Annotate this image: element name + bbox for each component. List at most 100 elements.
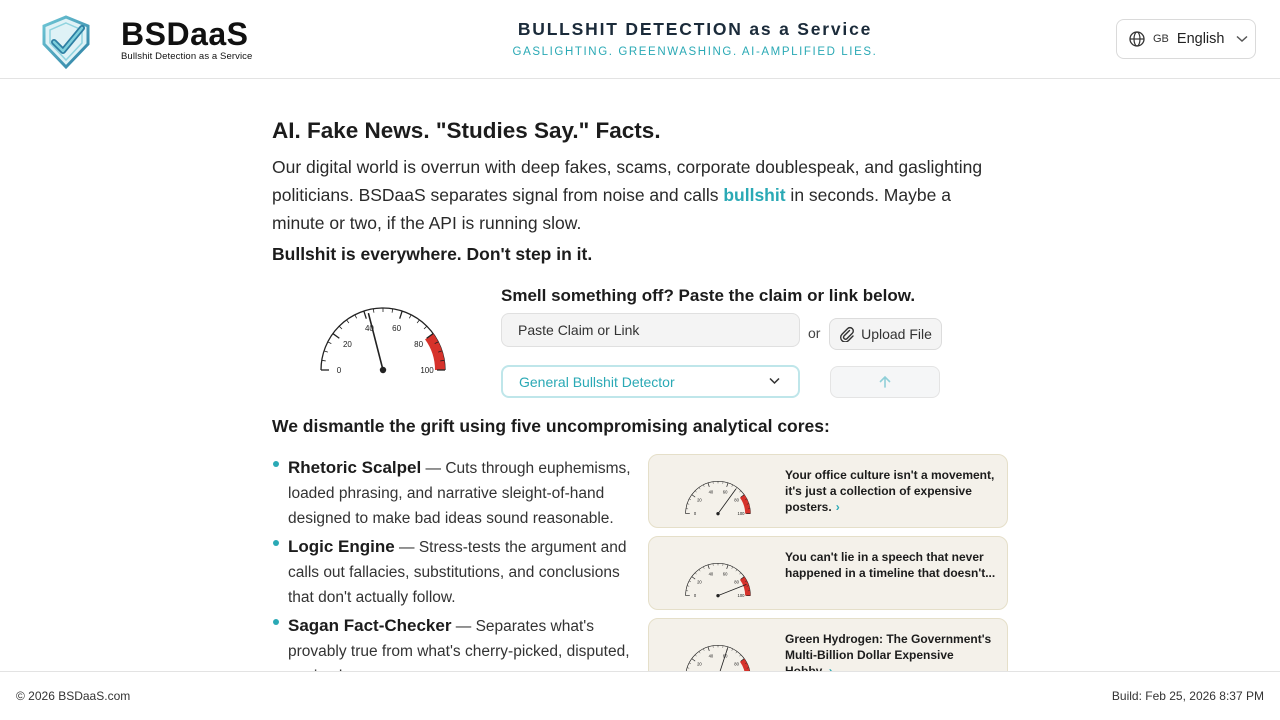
gauge-tick xyxy=(731,484,733,487)
chevron-right-icon: › xyxy=(835,500,840,514)
gauge-tick xyxy=(707,564,710,569)
gauge-tick xyxy=(687,667,690,669)
cores-list: Rhetoric Scalpel — Cuts through euphemis… xyxy=(272,455,632,692)
hero-tagline: GASLIGHTING. GREENWASHING. AI-AMPLIFIED … xyxy=(512,46,878,58)
gauge-tick-label: 80 xyxy=(734,498,739,503)
list-item: Logic Engine — Stress-tests the argument… xyxy=(272,534,632,610)
or-label: or xyxy=(808,325,821,341)
bullshit-gauge-icon: 02040 6080100 xyxy=(320,307,446,375)
arrow-up-icon xyxy=(879,375,891,388)
gauge-hub xyxy=(379,366,387,374)
gauge-tick xyxy=(332,333,340,339)
bullet-icon xyxy=(273,619,279,625)
gauge-tick-label: 100 xyxy=(420,366,434,375)
example-claim: Your office culture isn't a movement, it… xyxy=(785,468,995,514)
gauge-tick-label: 0 xyxy=(694,593,697,598)
gauge-tick-label: 100 xyxy=(738,593,746,598)
gauge-tick-label: 20 xyxy=(697,498,702,503)
chevron-down-icon xyxy=(1236,35,1248,43)
example-card[interactable]: 0 20 40 60 80 100 You can't lie in a speech t… xyxy=(648,536,1008,610)
gauge-tick xyxy=(739,654,742,657)
copyright: © 2026 BSDaaS.com xyxy=(16,689,131,703)
gauge-tick-label: 20 xyxy=(697,662,702,667)
intro-highlight: bullshit xyxy=(723,185,786,205)
intro-paragraph: Our digital world is overrun with deep f… xyxy=(272,153,1002,237)
gauge-tick xyxy=(707,646,710,651)
gauge-tick xyxy=(338,325,343,330)
page-title: AI. Fake News. "Studies Say." Facts. xyxy=(272,118,661,143)
gauge-tick xyxy=(691,494,696,498)
gauge-tick xyxy=(698,487,701,490)
gauge-icon: 0 20 40 60 80 100 xyxy=(685,562,751,598)
gauge-tick-label: 20 xyxy=(343,340,352,349)
gauge-tick-label: 60 xyxy=(392,324,401,333)
example-card-text: You can't lie in a speech that never hap… xyxy=(785,549,999,581)
gauge-tick-label: 60 xyxy=(723,571,728,576)
gauge-tick-label: 0 xyxy=(694,511,697,516)
gauge-tick-label: 40 xyxy=(709,489,714,494)
gauge-tick xyxy=(416,319,420,324)
gauge-tick xyxy=(363,310,367,319)
gauge-tick xyxy=(687,503,690,505)
core-name: Logic Engine xyxy=(288,537,395,556)
gauge-hub xyxy=(716,512,720,516)
language-selector[interactable]: GB English xyxy=(1116,19,1256,59)
gauge-tick xyxy=(354,314,358,319)
list-item: Rhetoric Scalpel — Cuts through euphemis… xyxy=(272,455,632,531)
gauge-tick xyxy=(735,569,738,572)
gauge-danger-zone xyxy=(425,333,445,370)
gauge-tick xyxy=(323,350,328,353)
gauge-tick xyxy=(691,658,696,662)
gauge-tick xyxy=(399,310,403,319)
gauge-tick xyxy=(731,566,733,569)
globe-icon xyxy=(1129,31,1145,47)
gauge-tick xyxy=(739,572,742,575)
detector-selected-value: General Bullshit Detector xyxy=(519,373,675,390)
gauge-tick-label: 40 xyxy=(709,653,714,658)
gauge-tick xyxy=(726,482,729,487)
bullet-icon xyxy=(273,461,279,467)
paperclip-icon xyxy=(840,326,855,342)
claim-input[interactable] xyxy=(501,313,800,347)
tagline: Bullshit is everywhere. Don't step in it… xyxy=(272,244,593,264)
gauge-tick xyxy=(703,566,705,569)
gauge-tick xyxy=(735,651,738,654)
hero-title: BULLSHIT DETECTION as a Service xyxy=(517,19,873,39)
form-title: Smell something off? Paste the claim or … xyxy=(501,286,916,305)
gauge-tick xyxy=(689,662,692,665)
site-footer: © 2026 BSDaaS.com Build: Feb 25, 2026 8:… xyxy=(0,671,1280,720)
gauge-tick xyxy=(694,654,697,657)
gauge-tick-label: 20 xyxy=(697,580,702,585)
upload-file-label: Upload File xyxy=(861,326,932,342)
detector-select[interactable]: General Bullshit Detector xyxy=(501,365,800,398)
gauge-tick xyxy=(327,341,332,345)
gauge-tick xyxy=(698,651,701,654)
gauge-needle xyxy=(367,313,384,371)
gauge-tick xyxy=(423,325,428,330)
gauge-tick xyxy=(694,572,697,575)
intro-section: AI. Fake News. "Studies Say." Facts. Our… xyxy=(272,116,1012,266)
gauge-tick xyxy=(346,319,350,324)
language-code: GB xyxy=(1153,33,1169,45)
gauge-icon: 0 20 40 60 80 100 xyxy=(685,480,751,516)
gauge-tick xyxy=(731,648,733,651)
gauge-tick xyxy=(703,484,705,487)
gauge-tick xyxy=(691,576,696,580)
example-card[interactable]: 0 20 40 60 80 100 Your office culture isn't a… xyxy=(648,454,1008,528)
gauge-tick xyxy=(707,482,710,487)
gauge-tick xyxy=(689,498,692,501)
gauge-tick xyxy=(689,580,692,583)
gauge-tick-label: 100 xyxy=(738,511,746,516)
gauge-tick xyxy=(321,359,326,362)
gauge-tick xyxy=(739,490,742,493)
example-card-text: Your office culture isn't a movement, it… xyxy=(785,467,999,515)
submit-button[interactable] xyxy=(830,366,940,398)
gauge-tick-label: 0 xyxy=(337,366,342,375)
site-header: BSDaaS Bullshit Detection as a Service B… xyxy=(0,0,1280,79)
gauge-tick xyxy=(694,490,697,493)
gauge-hub xyxy=(716,594,720,598)
upload-file-button[interactable]: Upload File xyxy=(829,318,942,350)
language-label: English xyxy=(1176,31,1225,47)
gauge-tick-label: 80 xyxy=(414,340,423,349)
gauge-tick-label: 40 xyxy=(709,571,714,576)
